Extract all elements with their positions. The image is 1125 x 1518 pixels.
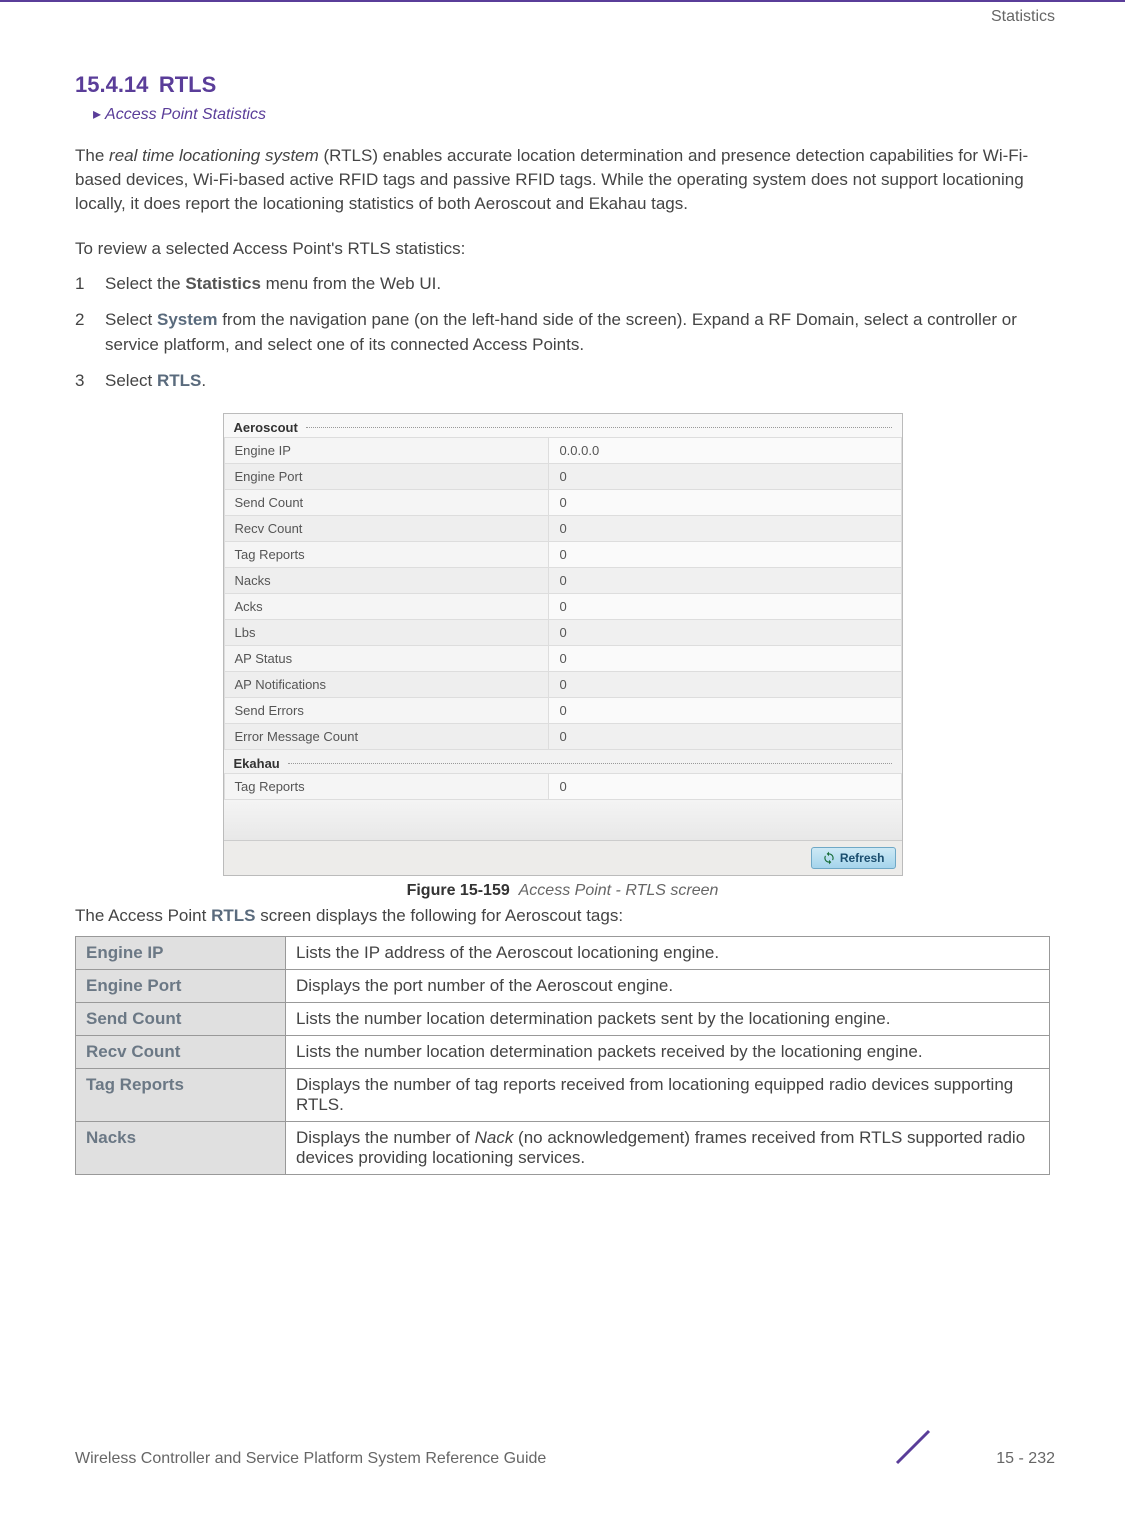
refresh-icon xyxy=(822,851,836,865)
rtls-screenshot: Aeroscout Engine IP0.0.0.0 Engine Port0 … xyxy=(223,413,903,876)
table-row: Recv Count0 xyxy=(224,516,901,542)
table-row: Tag Reports0 xyxy=(224,774,901,800)
table-row: Engine IPLists the IP address of the Aer… xyxy=(76,937,1050,970)
group-ekahau-title: Ekahau xyxy=(224,750,902,773)
section-title: RTLS xyxy=(159,72,216,98)
table-row: Send Errors0 xyxy=(224,698,901,724)
intro-paragraph: The real time locationing system (RTLS) … xyxy=(75,144,1050,215)
page-number: 15 - 232 xyxy=(996,1450,1055,1468)
steps-list: 1 Select the Statistics menu from the We… xyxy=(75,271,1050,393)
ekahau-table: Tag Reports0 xyxy=(224,773,902,800)
step-2: 2 Select System from the navigation pane… xyxy=(75,307,1050,358)
footer-decoration-icon xyxy=(889,1423,935,1474)
table-row: Tag Reports0 xyxy=(224,542,901,568)
table-row: AP Status0 xyxy=(224,646,901,672)
table-row: Recv CountLists the number location dete… xyxy=(76,1036,1050,1069)
table-intro: The Access Point RTLS screen displays th… xyxy=(75,906,1050,926)
breadcrumb-text: Access Point Statistics xyxy=(105,106,266,123)
table-row: Engine PortDisplays the port number of t… xyxy=(76,970,1050,1003)
step-3: 3 Select RTLS. xyxy=(75,368,1050,394)
figure-caption: Figure 15-159 Access Point - RTLS screen xyxy=(75,882,1050,900)
breadcrumb-arrow-icon: ▸ xyxy=(93,106,101,123)
page-footer: Wireless Controller and Service Platform… xyxy=(75,1450,1055,1468)
step-1: 1 Select the Statistics menu from the We… xyxy=(75,271,1050,297)
footer-title: Wireless Controller and Service Platform… xyxy=(75,1450,546,1468)
table-row: Send CountLists the number location dete… xyxy=(76,1003,1050,1036)
group-aeroscout-title: Aeroscout xyxy=(224,414,902,437)
table-row: Tag ReportsDisplays the number of tag re… xyxy=(76,1069,1050,1122)
table-row: AP Notifications0 xyxy=(224,672,901,698)
section-number: 15.4.14 xyxy=(75,72,148,98)
page-category: Statistics xyxy=(991,8,1055,26)
table-row: Error Message Count0 xyxy=(224,724,901,750)
breadcrumb[interactable]: ▸Access Point Statistics xyxy=(93,104,1050,124)
table-row: Acks0 xyxy=(224,594,901,620)
table-row: Engine Port0 xyxy=(224,464,901,490)
table-row: Engine IP0.0.0.0 xyxy=(224,438,901,464)
table-row: Send Count0 xyxy=(224,490,901,516)
table-row: Nacks0 xyxy=(224,568,901,594)
section-heading: 15.4.14 RTLS xyxy=(75,72,1050,98)
refresh-button[interactable]: Refresh xyxy=(811,847,896,869)
aeroscout-table: Engine IP0.0.0.0 Engine Port0 Send Count… xyxy=(224,437,902,750)
table-row: Lbs0 xyxy=(224,620,901,646)
table-row: NacksDisplays the number of Nack (no ack… xyxy=(76,1122,1050,1175)
steps-intro: To review a selected Access Point's RTLS… xyxy=(75,239,1050,259)
properties-table: Engine IPLists the IP address of the Aer… xyxy=(75,936,1050,1175)
